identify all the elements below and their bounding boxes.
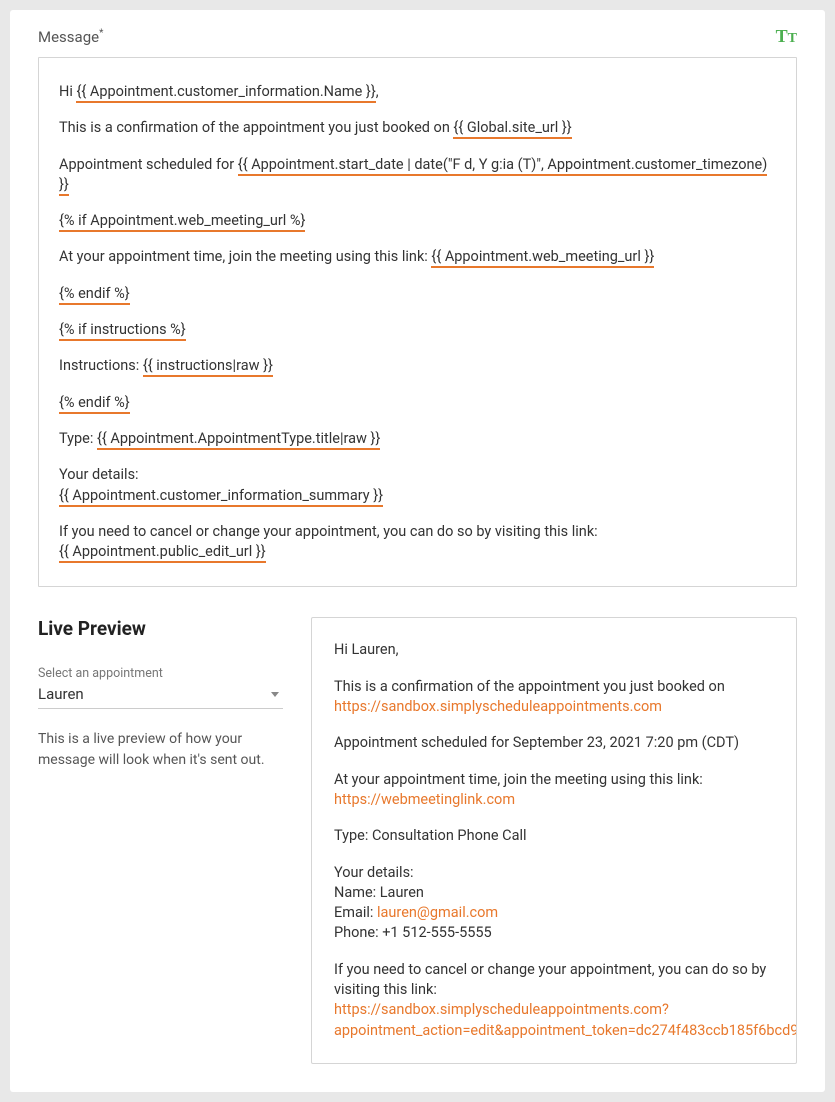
preview-line: Your details: Name: Lauren Email: lauren… — [334, 863, 774, 944]
editor-line: Appointment scheduled for {{ Appointment… — [59, 155, 776, 196]
preview-line: At your appointment time, join the meeti… — [334, 770, 774, 811]
editor-line: {% endif %} — [59, 393, 776, 413]
site-url-link[interactable]: https://sandbox.simplyscheduleappointmen… — [334, 698, 662, 715]
lower-section: Live Preview Select an appointment Laure… — [38, 617, 797, 1063]
editor-line: Instructions: {{ instructions|raw }} — [59, 356, 776, 376]
template-token: {{ Appointment.customer_information.Name… — [76, 83, 375, 103]
preview-line: Type: Consultation Phone Call — [334, 826, 774, 846]
message-label: Message* — [38, 28, 103, 46]
meeting-url-link[interactable]: https://webmeetinglink.com — [334, 791, 515, 808]
editor-line: {% endif %} — [59, 284, 776, 304]
text-format-icon[interactable]: TT — [776, 26, 797, 47]
editor-line: Hi {{ Appointment.customer_information.N… — [59, 82, 776, 102]
email-link[interactable]: lauren@gmail.com — [377, 904, 498, 921]
preview-helper-text: This is a live preview of how your messa… — [38, 729, 283, 770]
template-token: {% endif %} — [59, 394, 130, 414]
message-label-text: Message — [38, 28, 99, 46]
template-token: {{ Appointment.public_edit_url }} — [59, 543, 266, 563]
appointment-select-label: Select an appointment — [38, 666, 283, 681]
template-token: {% endif %} — [59, 285, 130, 305]
live-preview-heading: Live Preview — [38, 617, 283, 640]
appointment-select[interactable]: Lauren — [38, 685, 283, 709]
editor-line: At your appointment time, join the meeti… — [59, 247, 776, 267]
chevron-down-icon — [271, 692, 279, 697]
editor-line: {% if instructions %} — [59, 320, 776, 340]
preview-line: Hi Lauren, — [334, 640, 774, 660]
template-token: {{ instructions|raw }} — [143, 357, 273, 377]
template-token: {{ Global.site_url }} — [453, 119, 571, 139]
message-editor[interactable]: Hi {{ Appointment.customer_information.N… — [38, 57, 797, 587]
required-asterisk: * — [99, 28, 103, 39]
template-token: {% if Appointment.web_meeting_url %} — [59, 212, 305, 232]
editor-line: {% if Appointment.web_meeting_url %} — [59, 211, 776, 231]
editor-line: If you need to cancel or change your app… — [59, 522, 776, 563]
editor-line: This is a confirmation of the appointmen… — [59, 118, 776, 138]
template-token: {{ Appointment.AppointmentType.title|raw… — [97, 430, 380, 450]
preview-line: Appointment scheduled for September 23, … — [334, 733, 774, 753]
preview-line: If you need to cancel or change your app… — [334, 960, 774, 1041]
template-token: {{ Appointment.customer_information_summ… — [59, 487, 383, 507]
live-preview-pane: Hi Lauren, This is a confirmation of the… — [311, 617, 797, 1063]
editor-line: Type: {{ Appointment.AppointmentType.tit… — [59, 429, 776, 449]
editor-line: Your details: {{ Appointment.customer_in… — [59, 465, 776, 506]
edit-url-link[interactable]: https://sandbox.simplyscheduleappointmen… — [334, 1001, 797, 1038]
preview-controls: Live Preview Select an appointment Laure… — [38, 617, 283, 1063]
template-token: {{ Appointment.web_meeting_url }} — [431, 248, 654, 268]
template-token: {% if instructions %} — [59, 321, 186, 341]
message-label-row: Message* TT — [38, 26, 797, 47]
preview-line: This is a confirmation of the appointmen… — [334, 677, 774, 718]
page-container: Message* TT Hi {{ Appointment.customer_i… — [10, 10, 825, 1092]
appointment-select-value: Lauren — [38, 685, 84, 703]
